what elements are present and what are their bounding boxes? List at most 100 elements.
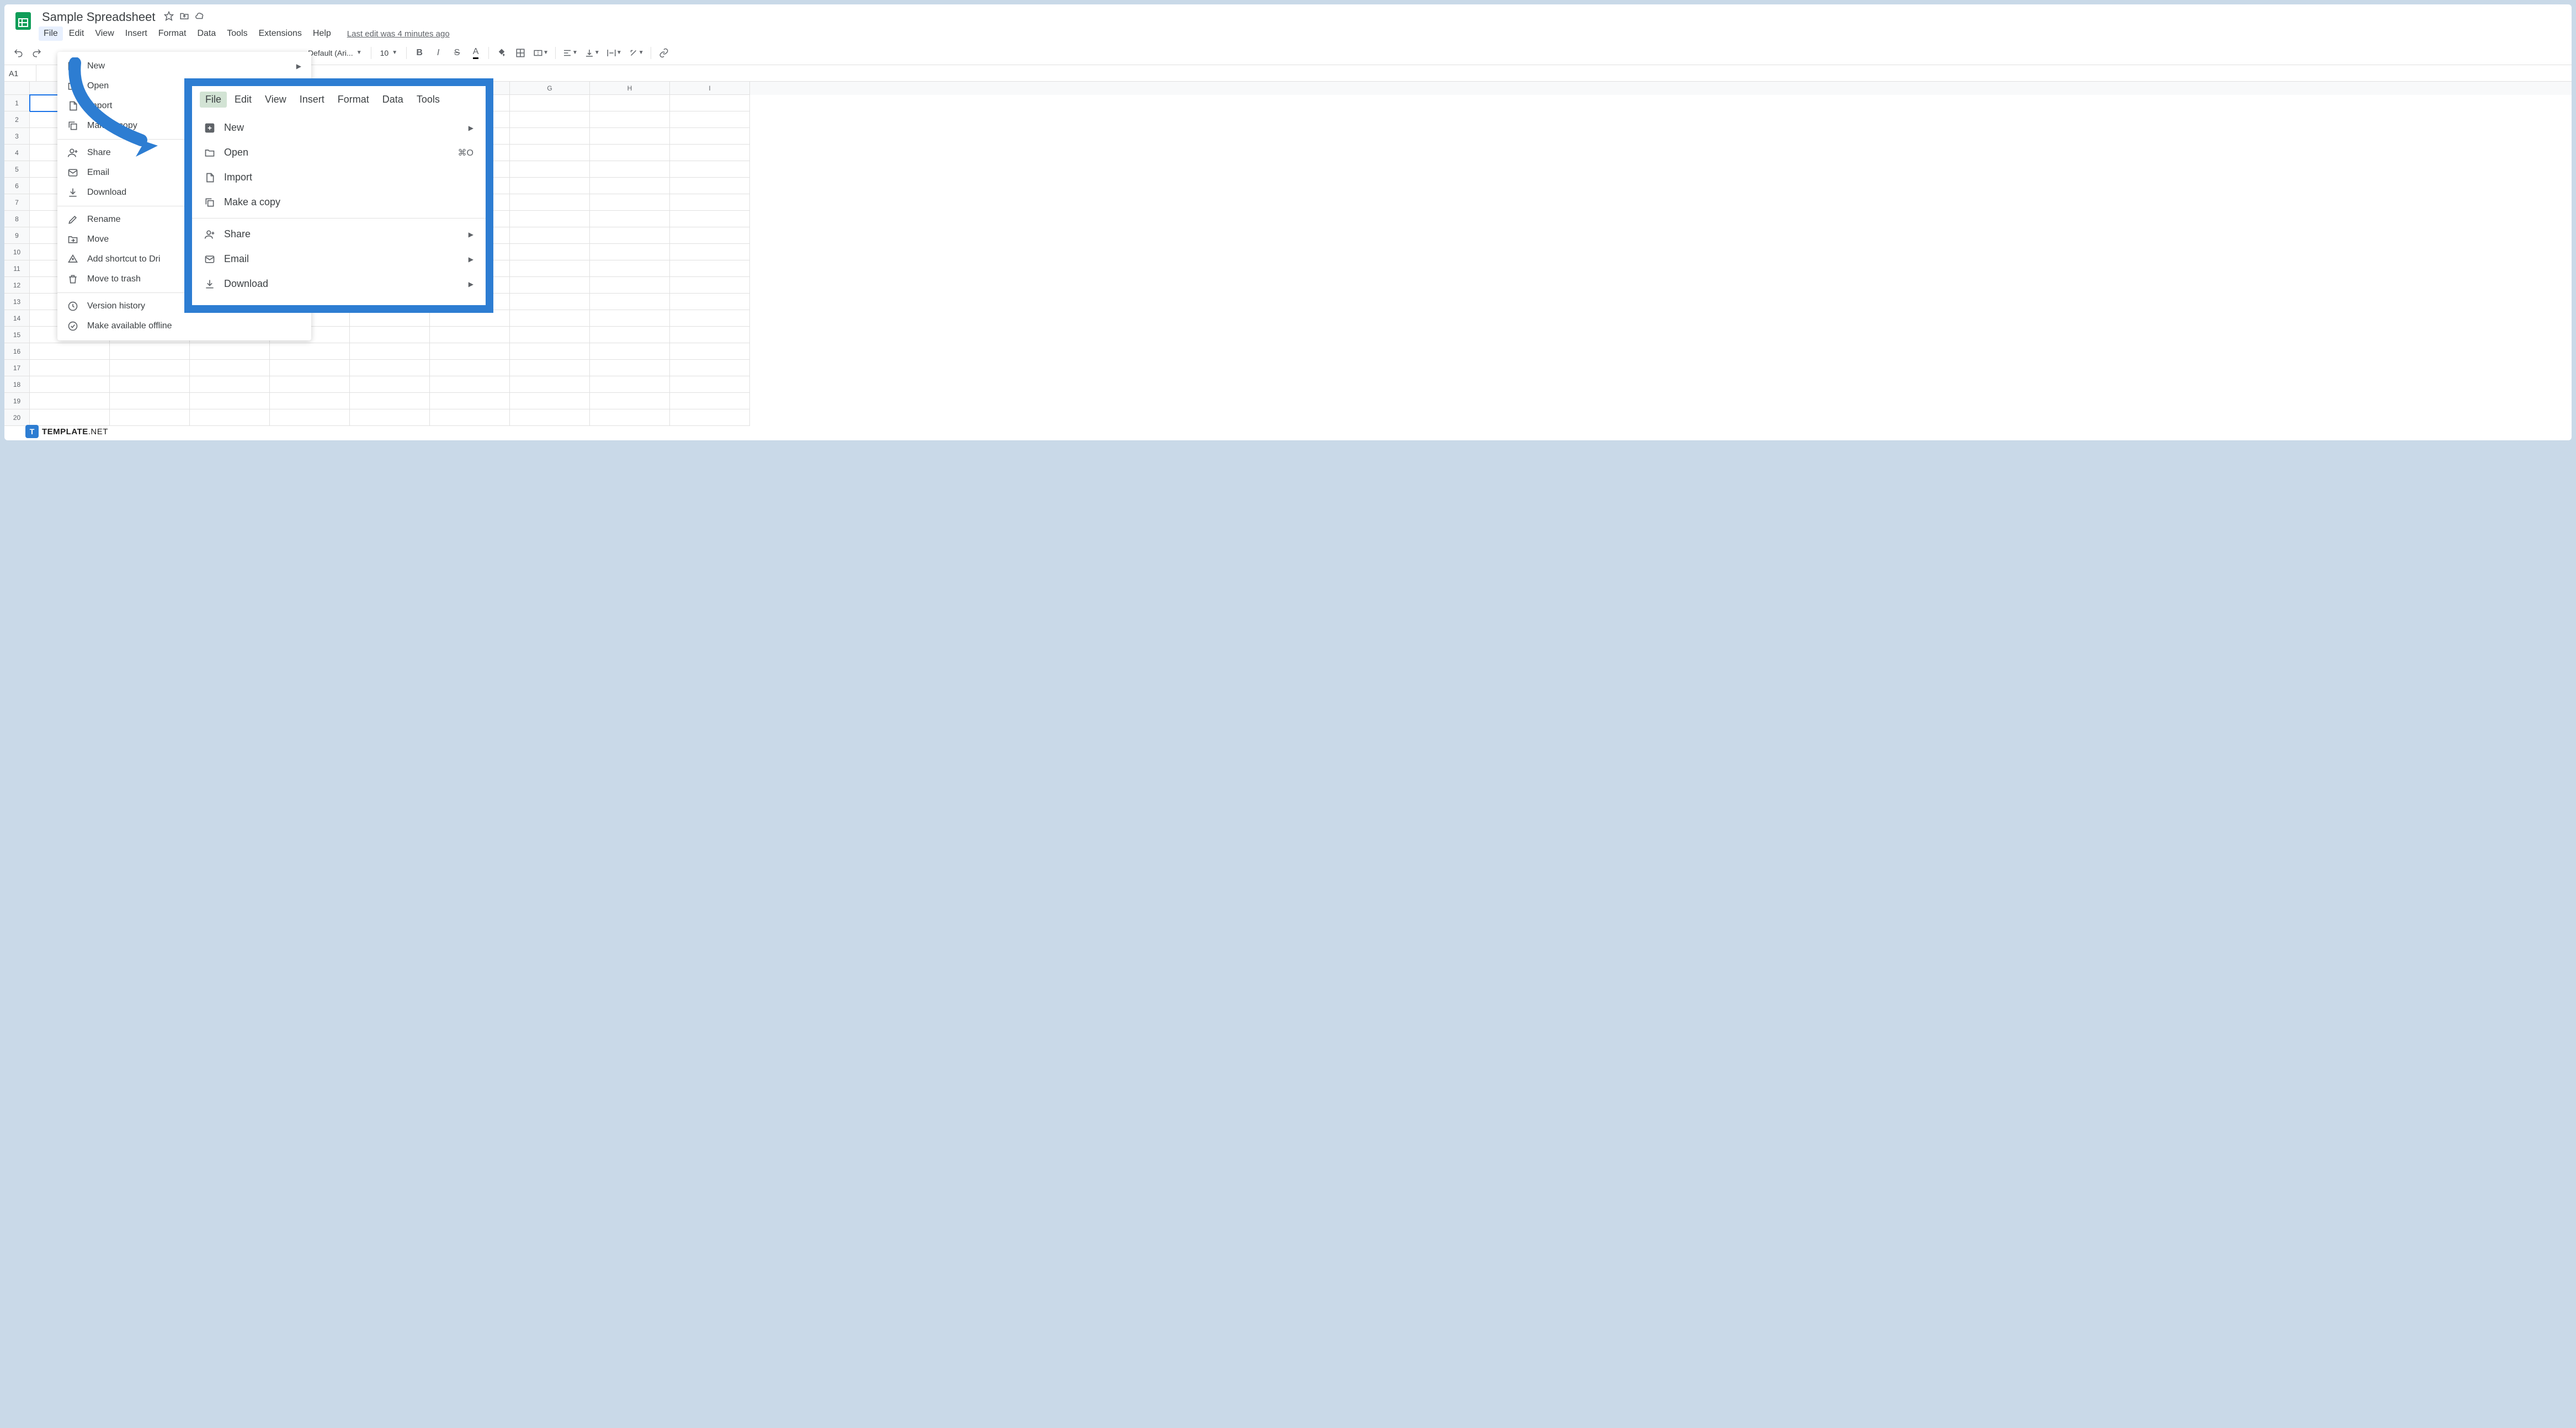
overlay-menu-format[interactable]: Format <box>332 92 375 108</box>
cell[interactable] <box>430 343 510 360</box>
cell[interactable] <box>190 343 270 360</box>
cell[interactable] <box>590 294 670 310</box>
cell[interactable] <box>590 277 670 294</box>
borders-button[interactable] <box>512 45 529 61</box>
cell[interactable] <box>670 194 750 211</box>
row-header[interactable]: 17 <box>4 360 30 376</box>
cell[interactable] <box>590 161 670 178</box>
menu-item-new[interactable]: New▶ <box>192 115 486 140</box>
redo-button[interactable] <box>29 45 45 61</box>
bold-button[interactable]: B <box>411 45 428 61</box>
cell[interactable] <box>590 211 670 227</box>
menu-item-make-a-copy[interactable]: Make a copy <box>192 190 486 215</box>
cell[interactable] <box>510 95 590 111</box>
row-header[interactable]: 3 <box>4 128 30 145</box>
cell[interactable] <box>510 128 590 145</box>
row-header[interactable]: 18 <box>4 376 30 393</box>
menu-format[interactable]: Format <box>153 26 191 41</box>
cell[interactable] <box>30 409 110 426</box>
cell[interactable] <box>670 178 750 194</box>
cell[interactable] <box>670 227 750 244</box>
row-header[interactable]: 13 <box>4 294 30 310</box>
row-header[interactable]: 9 <box>4 227 30 244</box>
overlay-menu-file[interactable]: File <box>200 92 227 108</box>
cell[interactable] <box>270 360 350 376</box>
italic-button[interactable]: I <box>430 45 446 61</box>
vertical-align-button[interactable]: ▼ <box>582 45 602 61</box>
menu-view[interactable]: View <box>90 26 119 41</box>
menu-edit[interactable]: Edit <box>64 26 89 41</box>
column-header[interactable]: I <box>670 82 750 95</box>
last-edit-link[interactable]: Last edit was 4 minutes ago <box>347 29 450 39</box>
cell[interactable] <box>430 393 510 409</box>
cell[interactable] <box>510 360 590 376</box>
cell[interactable] <box>430 409 510 426</box>
cell[interactable] <box>590 244 670 260</box>
cell[interactable] <box>350 327 430 343</box>
row-header[interactable]: 12 <box>4 277 30 294</box>
cell[interactable] <box>350 409 430 426</box>
cell[interactable] <box>590 194 670 211</box>
menu-tools[interactable]: Tools <box>222 26 252 41</box>
cell[interactable] <box>590 95 670 111</box>
cell[interactable] <box>670 211 750 227</box>
text-rotation-button[interactable]: ▼ <box>626 45 646 61</box>
cloud-status-icon[interactable] <box>195 11 205 24</box>
cell[interactable] <box>590 393 670 409</box>
cell[interactable] <box>590 145 670 161</box>
cell[interactable] <box>670 294 750 310</box>
cell[interactable] <box>510 376 590 393</box>
row-header[interactable]: 5 <box>4 161 30 178</box>
cell[interactable] <box>30 393 110 409</box>
menu-help[interactable]: Help <box>308 26 336 41</box>
cell[interactable] <box>190 393 270 409</box>
horizontal-align-button[interactable]: ▼ <box>560 45 580 61</box>
cell[interactable] <box>670 409 750 426</box>
cell[interactable] <box>510 111 590 128</box>
cell[interactable] <box>510 277 590 294</box>
row-header[interactable]: 6 <box>4 178 30 194</box>
menu-item-share[interactable]: Share▶ <box>192 222 486 247</box>
menu-item-new[interactable]: New▶ <box>57 56 311 76</box>
menu-item-make-available-offline[interactable]: Make available offline <box>57 316 311 336</box>
cell[interactable] <box>510 211 590 227</box>
cell[interactable] <box>510 310 590 327</box>
cell[interactable] <box>510 327 590 343</box>
cell[interactable] <box>30 343 110 360</box>
cell[interactable] <box>110 376 190 393</box>
cell[interactable] <box>590 178 670 194</box>
cell[interactable] <box>510 260 590 277</box>
cell[interactable] <box>670 244 750 260</box>
cell[interactable] <box>110 360 190 376</box>
cell[interactable] <box>510 343 590 360</box>
cell[interactable] <box>590 128 670 145</box>
move-folder-icon[interactable] <box>179 11 189 24</box>
cell[interactable] <box>670 145 750 161</box>
cell[interactable] <box>350 343 430 360</box>
column-header[interactable]: G <box>510 82 590 95</box>
insert-link-button[interactable] <box>656 45 672 61</box>
cell[interactable] <box>510 161 590 178</box>
overlay-menu-data[interactable]: Data <box>377 92 409 108</box>
font-select[interactable]: Default (Ari...▼ <box>304 49 366 57</box>
cell[interactable] <box>30 360 110 376</box>
cell[interactable] <box>430 327 510 343</box>
overlay-menu-view[interactable]: View <box>259 92 292 108</box>
cell[interactable] <box>670 376 750 393</box>
cell[interactable] <box>270 343 350 360</box>
document-title[interactable]: Sample Spreadsheet <box>39 9 158 25</box>
row-header[interactable]: 4 <box>4 145 30 161</box>
cell[interactable] <box>30 376 110 393</box>
fill-color-button[interactable] <box>493 45 510 61</box>
font-size-select[interactable]: 10▼ <box>376 49 402 57</box>
cell[interactable] <box>510 194 590 211</box>
cell[interactable] <box>110 393 190 409</box>
menu-extensions[interactable]: Extensions <box>254 26 307 41</box>
cell[interactable] <box>590 409 670 426</box>
cell[interactable] <box>510 393 590 409</box>
cell[interactable] <box>670 360 750 376</box>
strikethrough-button[interactable]: S <box>449 45 465 61</box>
select-all-corner[interactable] <box>4 82 30 95</box>
cell[interactable] <box>510 294 590 310</box>
name-box[interactable]: A1 <box>4 65 36 81</box>
